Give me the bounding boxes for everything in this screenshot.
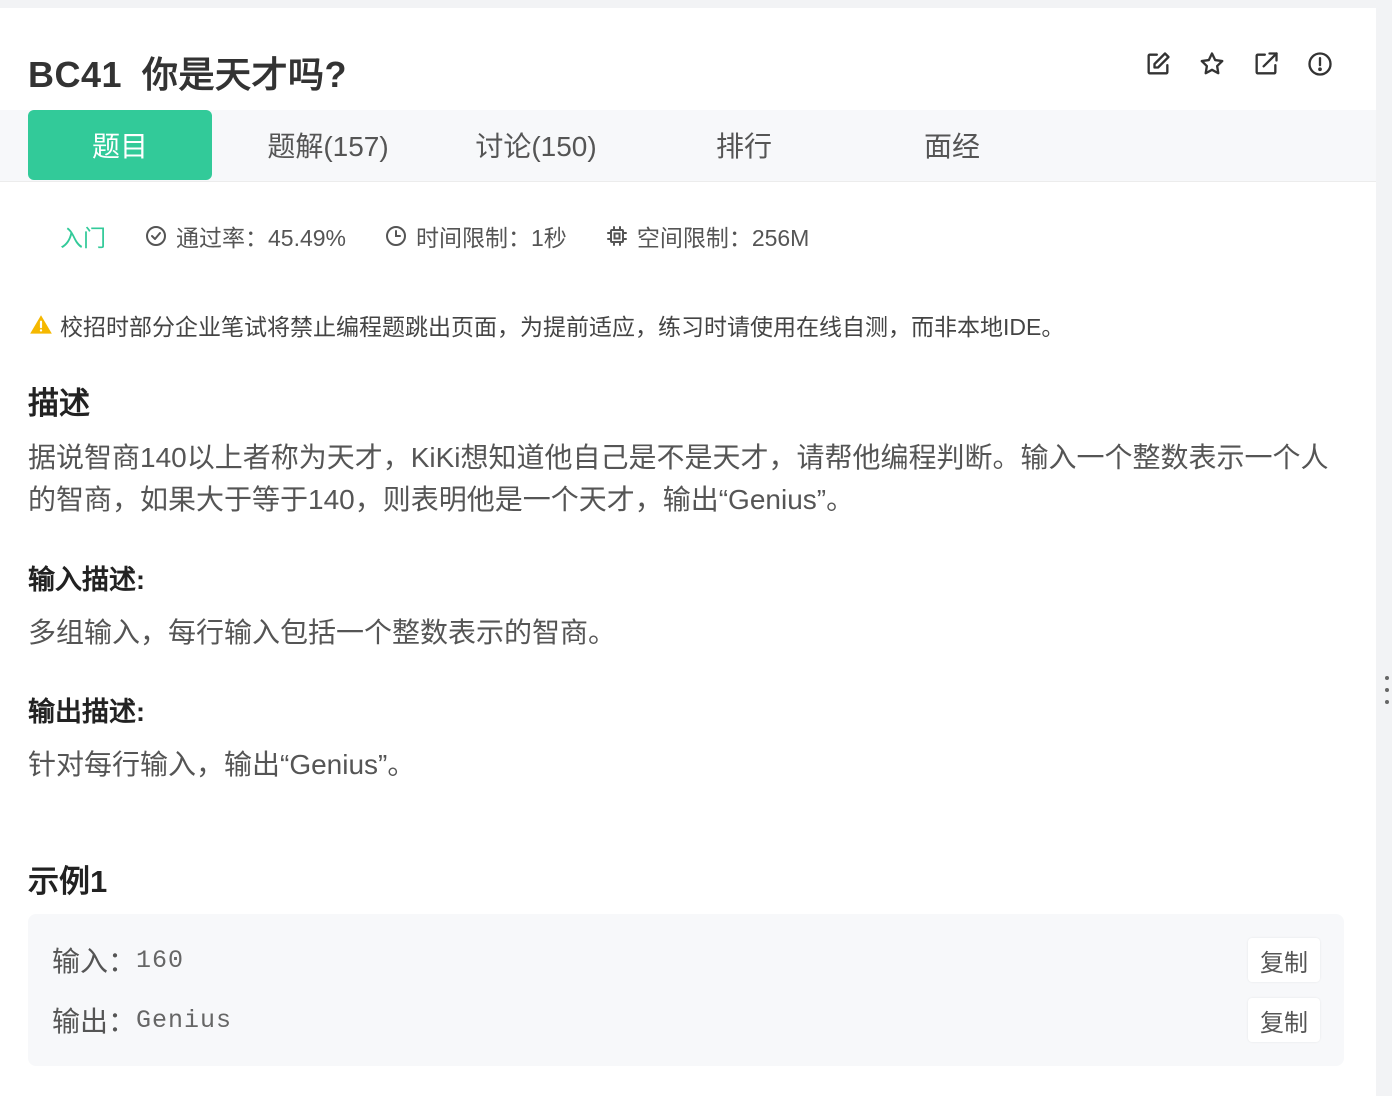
panel-resize-handle[interactable] [1384,676,1390,712]
output-desc-heading: 输出描述: [28,697,145,727]
pass-rate: 通过率：45.49% [144,219,346,253]
tab-interview[interactable]: 面经 [860,110,1044,180]
header-actions [1142,48,1336,80]
pass-rate-text: 通过率：45.49% [176,225,347,251]
time-limit-text: 时间限制：1秒 [416,225,567,251]
memory-limit-text: 空间限制：256M [636,225,810,251]
star-icon[interactable] [1196,48,1228,80]
memory-limit: 空间限制：256M [605,219,810,253]
example-output-row: 输出： Genius [52,1000,232,1040]
warning-text: 校招时部分企业笔试将禁止编程题跳出页面，为提前适应，练习时请使用在线自测，而非本… [60,314,1065,340]
external-link-icon[interactable] [1250,48,1282,80]
input-desc-text: 多组输入，每行输入包括一个整数表示的智商。 [28,617,617,648]
page-title: BC41 你是天才吗? [28,46,347,98]
check-circle-icon [146,226,166,246]
difficulty-badge: 入门 [60,225,106,251]
problem-header: BC41 你是天才吗? [0,8,1376,110]
example-input-row: 输入： 160 [52,940,184,980]
splitter-gutter [1376,0,1392,1096]
report-icon[interactable] [1304,48,1336,80]
example-output-label: 输出： [52,1006,137,1037]
warning-notice: 校招时部分企业笔试将禁止编程题跳出页面，为提前适应，练习时请使用在线自测，而非本… [28,308,1064,342]
example-heading: 示例1 [28,864,108,899]
example-output-value: Genius [136,1005,233,1035]
time-limit: 时间限制：1秒 [384,219,567,253]
tab-discussion[interactable]: 讨论(150) [444,110,628,180]
copy-input-button[interactable]: 复制 [1248,938,1320,982]
example-input-label: 输入： [52,946,137,977]
problem-panel: BC41 你是天才吗? 题目 题解(157) 讨论(150) 排行 面经 入门 … [0,8,1376,1096]
chip-icon [606,226,627,246]
problem-code: BC41 [28,54,123,95]
description-heading: 描述 [28,386,90,421]
tab-problem[interactable]: 题目 [28,110,212,180]
edit-icon[interactable] [1142,48,1174,80]
tab-ranking[interactable]: 排行 [652,110,836,180]
input-desc-heading: 输入描述: [28,565,145,595]
problem-title: 你是天才吗? [142,54,348,95]
output-desc-text: 针对每行输入，输出“Genius”。 [28,749,416,780]
copy-output-button[interactable]: 复制 [1248,998,1320,1042]
example-box: 输入： 160 复制 输出： Genius 复制 [28,914,1344,1066]
clock-icon [386,226,407,246]
warning-icon [30,315,52,334]
example-input-value: 160 [136,945,185,975]
description-text: 据说智商140以上者称为天才，KiKi想知道他自己是不是天才，请帮他编程判断。输… [28,442,1329,515]
problem-meta: 入门 通过率：45.49% 时间限制：1秒 空间限制：256M [28,218,847,254]
tab-bar: 题目 题解(157) 讨论(150) 排行 面经 [0,110,1376,182]
tab-solutions[interactable]: 题解(157) [236,110,420,180]
